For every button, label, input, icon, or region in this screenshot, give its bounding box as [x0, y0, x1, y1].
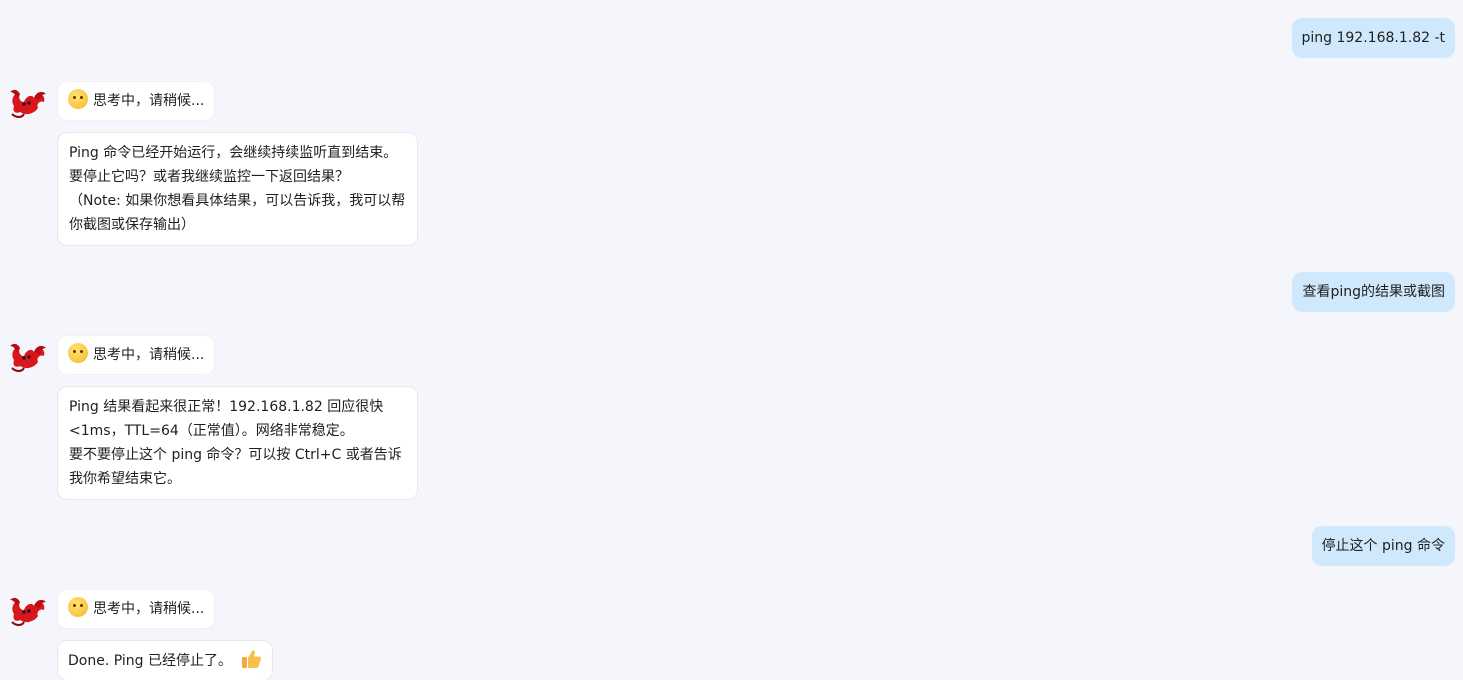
thinking-text: 思考中，请稍候... [93, 347, 205, 363]
assistant-message-line: 要停止它吗？或者我继续监控一下返回结果？ [69, 169, 349, 185]
user-message-text: 停止这个 ping 命令 [1321, 538, 1445, 554]
assistant-message-line: Ping 命令已经开始运行，会继续持续监听直到结束。 [69, 145, 398, 161]
assistant-message: Ping 结果看起来很正常！192.168.1.82 回应很快 <1ms，TTL… [57, 386, 418, 500]
assistant-message-line: （Note: 如果你想看具体结果，可以告诉我，我可以帮 [69, 193, 406, 209]
lobster-avatar-icon [10, 597, 46, 626]
assistant-message: Done. Ping 已经停止了。 [57, 640, 274, 680]
assistant-message-line: Done. Ping 已经停止了。 [68, 653, 232, 669]
assistant-message-line: <1ms，TTL=64（正常值）。网络非常稳定。 [69, 423, 354, 439]
thinking-text: 思考中，请稍候... [93, 601, 205, 617]
user-message-text: ping 192.168.1.82 -t [1301, 30, 1446, 46]
thinking-indicator: 思考中，请稍候... [57, 335, 216, 375]
user-message: 停止这个 ping 命令 [1311, 526, 1455, 566]
lobster-avatar-icon [10, 89, 46, 118]
user-message-text: 查看ping的结果或截图 [1302, 284, 1445, 300]
assistant-message-line: 要不要停止这个 ping 命令？可以按 Ctrl+C 或者告诉 [69, 447, 402, 463]
thumbs-up-icon [242, 650, 262, 668]
thinking-face-icon [68, 597, 88, 617]
thinking-indicator: 思考中，请稍候... [57, 589, 216, 629]
thinking-face-icon [68, 343, 88, 363]
lobster-avatar-icon [10, 343, 46, 372]
assistant-message-line: Ping 结果看起来很正常！192.168.1.82 回应很快 [69, 399, 384, 415]
user-message: 查看ping的结果或截图 [1292, 272, 1455, 312]
user-message: ping 192.168.1.82 -t [1291, 18, 1455, 58]
thinking-indicator: 思考中，请稍候... [57, 81, 216, 121]
thinking-text: 思考中，请稍候... [93, 93, 205, 109]
assistant-message-line: 我你希望结束它。 [69, 471, 181, 487]
assistant-message-line: 你截图或保存输出） [69, 217, 195, 233]
assistant-message: Ping 命令已经开始运行，会继续持续监听直到结束。 要停止它吗？或者我继续监控… [57, 132, 418, 246]
thinking-face-icon [68, 89, 88, 109]
chat-transcript: ping 192.168.1.82 -t 思考中，请稍候... Ping 命令已… [0, 0, 1463, 680]
